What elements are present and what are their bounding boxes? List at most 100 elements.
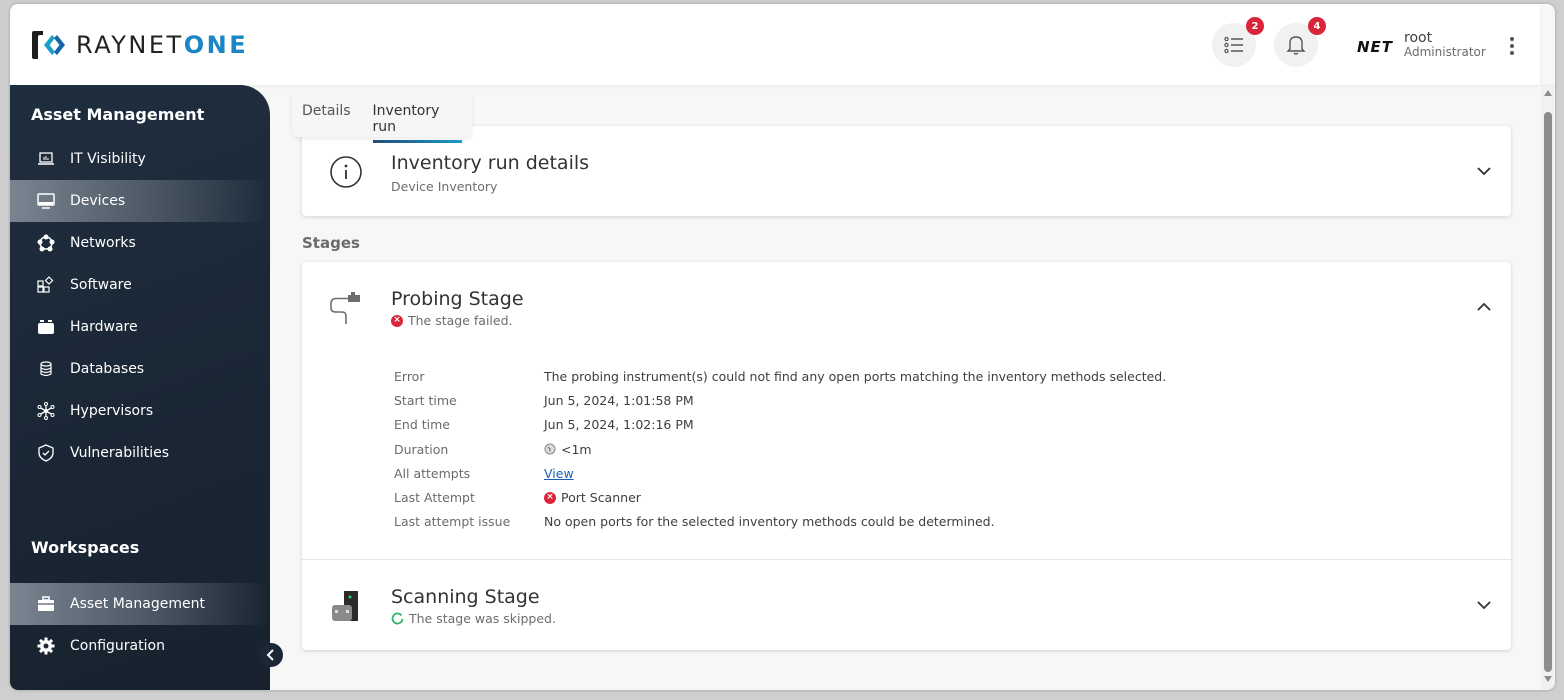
probing-stage-header[interactable]: Probing Stage × The stage failed. — [302, 262, 1511, 352]
info-icon — [326, 152, 366, 192]
sidebar-item-hardware[interactable]: Hardware — [10, 306, 270, 348]
scanning-stage-header[interactable]: Scanning Stage The stage was skipped. — [302, 560, 1511, 650]
sidebar-item-networks[interactable]: Networks — [10, 222, 270, 264]
sidebar-section-title: Asset Management — [31, 105, 205, 124]
sidebar-item-label: Software — [70, 277, 132, 293]
briefcase-icon — [36, 594, 56, 614]
scanner-icon — [326, 586, 366, 626]
tab-bar: Details Inventory run — [292, 89, 472, 143]
detail-label: Duration — [394, 441, 449, 457]
sidebar-item-databases[interactable]: Databases — [10, 348, 270, 390]
scanning-stage-status-text: The stage was skipped. — [409, 611, 556, 626]
raynet-logo[interactable]: RAYNETONE — [30, 29, 248, 61]
sidebar-item-label: Devices — [70, 193, 126, 209]
detail-row-last-attempt: Last Attempt × Port Scanner — [394, 485, 1166, 509]
sidebar-item-label: Hardware — [70, 319, 138, 335]
laptop-chart-icon — [36, 149, 56, 169]
workspace-item-configuration[interactable]: Configuration — [10, 625, 270, 667]
avatar[interactable]: NET — [1354, 26, 1396, 68]
kebab-dot — [1510, 44, 1514, 48]
notifications-button[interactable]: 4 — [1274, 17, 1326, 67]
raynet-logo-icon — [32, 31, 65, 59]
detail-row-error: Error The probing instrument(s) could no… — [394, 364, 1166, 388]
scroll-up-arrow[interactable] — [1544, 90, 1552, 96]
ethernet-cable-icon — [326, 288, 366, 328]
skipped-icon — [391, 612, 404, 625]
view-attempts-link[interactable]: View — [544, 466, 574, 481]
stages-card: Probing Stage × The stage failed. Error … — [302, 262, 1511, 650]
stages-heading: Stages — [302, 234, 360, 252]
sidebar-item-label: Networks — [70, 235, 136, 251]
network-icon — [36, 233, 56, 253]
tab-details[interactable]: Details — [302, 103, 351, 127]
gear-icon — [36, 636, 56, 656]
logo-text-main: RAYNET — [76, 31, 184, 59]
kebab-dot — [1510, 51, 1514, 55]
database-icon — [36, 359, 56, 379]
chevron-left-icon — [266, 649, 274, 661]
workspaces-title: Workspaces — [31, 538, 140, 557]
detail-value-last-attempt-issue: No open ports for the selected inventory… — [544, 514, 995, 530]
monitor-icon — [36, 191, 56, 211]
logo-text-accent: ONE — [183, 31, 249, 59]
scroll-thumb[interactable] — [1544, 112, 1552, 672]
inventory-run-details-card: Inventory run details Device Inventory — [302, 126, 1511, 216]
tasks-button[interactable]: 2 — [1212, 17, 1264, 67]
detail-row-last-attempt-issue: Last attempt issue No open ports for the… — [394, 510, 1166, 534]
bell-icon — [1286, 36, 1306, 55]
sidebar-item-it-visibility[interactable]: IT Visibility — [10, 138, 270, 180]
detail-label: All attempts — [394, 465, 471, 481]
sidebar-item-software[interactable]: Software — [10, 264, 270, 306]
sidebar-item-vulnerabilities[interactable]: Vulnerabilities — [10, 432, 270, 474]
detail-label: Last attempt issue — [394, 514, 511, 530]
sidebar-item-label: Configuration — [70, 638, 165, 654]
sidebar-item-label: Vulnerabilities — [70, 445, 170, 461]
user-name: root — [1404, 30, 1433, 46]
detail-label: Error — [394, 368, 425, 384]
scanning-stage-status: The stage was skipped. — [391, 611, 556, 626]
collapse-sidebar-button[interactable] — [259, 643, 283, 667]
user-info[interactable]: root Administrator — [1404, 31, 1486, 58]
user-role: Administrator — [1404, 45, 1486, 59]
chevron-up-icon[interactable] — [1475, 298, 1493, 316]
detail-row-duration: Duration <1m — [394, 437, 1166, 461]
duration-text: <1m — [561, 441, 592, 457]
more-menu-button[interactable] — [1502, 34, 1522, 58]
chevron-down-icon[interactable] — [1475, 596, 1493, 614]
sidebar-item-label: Databases — [70, 361, 145, 377]
detail-row-start-time: Start time Jun 5, 2024, 1:01:58 PM — [394, 388, 1166, 412]
sidebar: Asset Management IT Visibility Devices N… — [10, 85, 270, 690]
scroll-down-arrow[interactable] — [1544, 676, 1552, 682]
probing-stage-details: Error The probing instrument(s) could no… — [394, 364, 1166, 534]
card-title: Inventory run details — [391, 152, 590, 174]
detail-row-end-time: End time Jun 5, 2024, 1:02:16 PM — [394, 413, 1166, 437]
detail-value-duration: <1m — [544, 442, 592, 457]
timer-icon — [544, 443, 556, 455]
notifications-badge: 4 — [1308, 17, 1326, 35]
scanning-stage-title: Scanning Stage — [391, 586, 540, 608]
detail-row-all-attempts: All attempts View — [394, 461, 1166, 485]
detail-label: Last Attempt — [394, 490, 475, 506]
task-list-icon — [1224, 36, 1243, 54]
chevron-down-icon[interactable] — [1475, 162, 1493, 180]
sidebar-item-devices[interactable]: Devices — [10, 180, 270, 222]
probing-stage-status: × The stage failed. — [391, 313, 513, 328]
sidebar-item-hypervisors[interactable]: Hypervisors — [10, 390, 270, 432]
detail-value-end-time: Jun 5, 2024, 1:02:16 PM — [544, 417, 694, 433]
top-bar: RAYNETONE 2 4 NET root Administrator — [10, 4, 1540, 85]
tab-inventory-run[interactable]: Inventory run — [372, 103, 463, 143]
hardware-icon — [36, 317, 56, 337]
workspace-item-asset-management[interactable]: Asset Management — [10, 583, 270, 625]
probing-stage-status-text: The stage failed. — [408, 313, 513, 328]
error-icon: × — [391, 314, 403, 327]
inventory-run-details-header[interactable]: Inventory run details Device Inventory — [302, 126, 1511, 216]
vertical-scrollbar[interactable] — [1541, 84, 1555, 690]
probing-stage-title: Probing Stage — [391, 288, 524, 310]
app-window: RAYNETONE 2 4 NET root Administrator Ass… — [10, 4, 1555, 690]
shield-check-icon — [36, 443, 56, 463]
detail-value-start-time: Jun 5, 2024, 1:01:58 PM — [544, 392, 694, 408]
sidebar-item-label: Hypervisors — [70, 403, 154, 419]
detail-label: End time — [394, 417, 450, 433]
avatar-text: NET — [1356, 38, 1394, 56]
card-subtitle: Device Inventory — [391, 179, 498, 194]
